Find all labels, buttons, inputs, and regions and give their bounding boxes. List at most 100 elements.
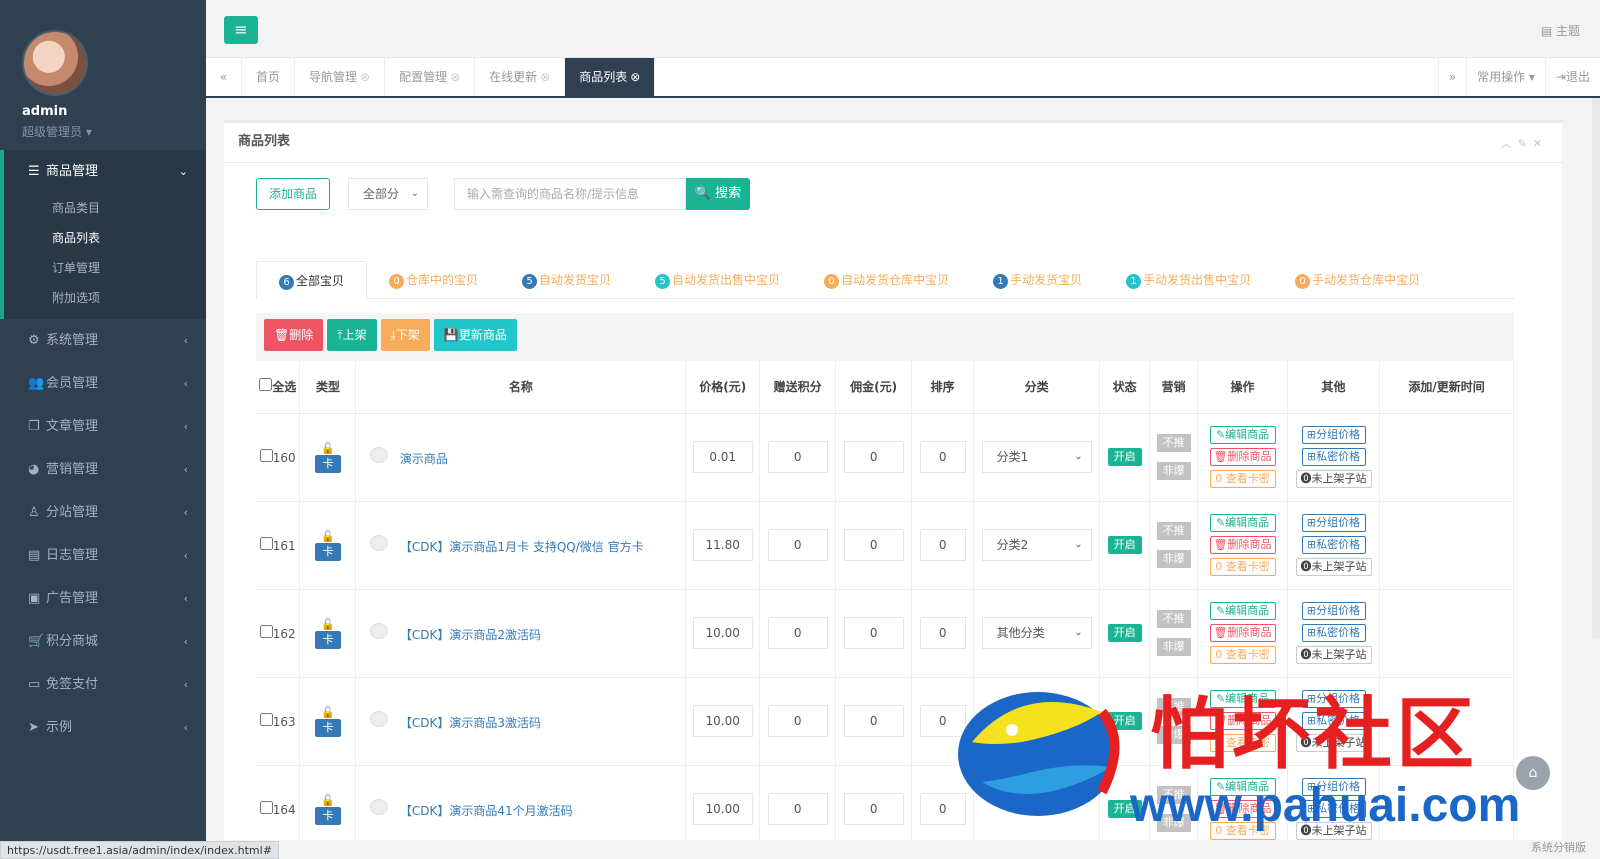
logout-button[interactable]: ⇥退出	[1544, 58, 1600, 96]
wrench-icon[interactable]: ✎	[1518, 137, 1533, 150]
bulk-unlist-button[interactable]: ⤓下架	[380, 319, 430, 351]
goods-name-link[interactable]: 【CDK】演示商品2激活码	[400, 628, 541, 642]
points-input[interactable]: 0	[767, 793, 828, 825]
filter-manual[interactable]: 1 手动发货宝贝	[971, 261, 1104, 299]
collapse-icon[interactable]: ︿	[1501, 137, 1518, 150]
sidebar-item-articles[interactable]: ❐ 文章管理 ‹	[0, 405, 206, 448]
delete-goods-button[interactable]: 🗑删除商品	[1209, 448, 1276, 466]
select-all-checkbox[interactable]	[259, 378, 273, 392]
commission-input[interactable]: 0	[843, 705, 904, 737]
recommend-toggle[interactable]: 不推	[1156, 434, 1191, 452]
edit-goods-button[interactable]: ✎编辑商品	[1209, 426, 1276, 444]
common-ops-dropdown[interactable]: 常用操作 ▾	[1466, 58, 1545, 96]
row-checkbox[interactable]	[259, 801, 273, 814]
page-scrollbar[interactable]	[1592, 98, 1600, 638]
sidebar-item-payment[interactable]: ▭ 免签支付 ‹	[0, 663, 206, 706]
group-price-button[interactable]: ⊞分组价格	[1301, 602, 1366, 620]
recommend-toggle[interactable]: 不推	[1156, 522, 1191, 540]
bulk-delete-button[interactable]: 🗑删除	[264, 319, 324, 351]
commission-input[interactable]: 0	[843, 441, 904, 473]
tab-online-update[interactable]: 在线更新 ⊗	[475, 58, 566, 96]
select-all-header[interactable]: 全选	[256, 361, 301, 414]
price-input[interactable]: 10.00	[692, 705, 753, 737]
view-keys-button[interactable]: 0 查看卡密	[1209, 470, 1276, 488]
avatar[interactable]	[22, 30, 88, 96]
tab-nav-management[interactable]: 导航管理 ⊗	[295, 58, 386, 96]
hot-toggle[interactable]: 非爆	[1156, 638, 1191, 656]
close-icon[interactable]: ⊗	[540, 70, 550, 84]
theme-button[interactable]: ▤ 主题	[1541, 22, 1580, 39]
sidebar-item-logs[interactable]: ▤ 日志管理 ‹	[0, 534, 206, 577]
points-input[interactable]: 0	[767, 441, 828, 473]
private-price-button[interactable]: ⊞私密价格	[1301, 624, 1366, 642]
search-button[interactable]: 🔍 搜索	[686, 178, 751, 210]
tab-home[interactable]: 首页	[242, 58, 296, 96]
recommend-toggle[interactable]: 不推	[1156, 610, 1191, 628]
view-keys-button[interactable]: 0 查看卡密	[1209, 646, 1276, 664]
sidebar-item-substations[interactable]: ♙ 分站管理 ‹	[0, 491, 206, 534]
hot-toggle[interactable]: 非爆	[1156, 462, 1191, 480]
commission-input[interactable]: 0	[843, 529, 904, 561]
points-input[interactable]: 0	[767, 705, 828, 737]
substation-status-button[interactable]: ⓿未上架子站	[1295, 470, 1372, 488]
filter-auto[interactable]: 5 自动发货宝贝	[500, 261, 633, 299]
type-toggle[interactable]: 🔓 卡	[314, 618, 341, 649]
filter-manual-selling[interactable]: 1 手动发货出售中宝贝	[1104, 261, 1273, 299]
private-price-button[interactable]: ⊞私密价格	[1301, 448, 1366, 466]
view-keys-button[interactable]: 0 查看卡密	[1209, 558, 1276, 576]
sidebar-item-system[interactable]: ⚙ 系统管理 ‹	[0, 319, 206, 362]
goods-name-link[interactable]: 【CDK】演示商品3激活码	[400, 716, 541, 730]
submenu-item-orders[interactable]: 订单管理	[4, 253, 206, 283]
delete-goods-button[interactable]: 🗑删除商品	[1209, 624, 1276, 642]
sidebar-item-examples[interactable]: ➤ 示例 ‹	[0, 706, 206, 749]
row-checkbox[interactable]	[259, 713, 273, 726]
points-input[interactable]: 0	[767, 529, 828, 561]
type-toggle[interactable]: 🔓 卡	[314, 442, 341, 473]
sidebar-item-ads[interactable]: ▣ 广告管理 ‹	[0, 577, 206, 620]
sort-input[interactable]: 0	[919, 529, 966, 561]
group-price-button[interactable]: ⊞分组价格	[1301, 514, 1366, 532]
type-toggle[interactable]: 🔓 卡	[314, 794, 341, 825]
group-price-button[interactable]: ⊞分组价格	[1301, 426, 1366, 444]
sort-input[interactable]: 0	[919, 617, 966, 649]
tabs-scroll-right-button[interactable]: »	[1437, 58, 1466, 96]
sort-input[interactable]: 0	[919, 441, 966, 473]
close-icon[interactable]: ✕	[1533, 137, 1548, 150]
toggle-menu-button[interactable]: ≡	[224, 16, 258, 44]
filter-manual-warehouse[interactable]: 0 手动发货仓库中宝贝	[1273, 261, 1442, 299]
home-icon[interactable]: ⌂	[1516, 756, 1550, 790]
category-select[interactable]: 其他分类 ⌄	[981, 617, 1092, 649]
submenu-item-extra-options[interactable]: 附加选项	[4, 283, 206, 313]
sidebar-item-members[interactable]: 👥 会员管理 ‹	[0, 362, 206, 405]
sidebar-item-marketing[interactable]: ◕ 营销管理 ‹	[0, 448, 206, 491]
row-checkbox[interactable]	[259, 537, 273, 550]
close-icon[interactable]: ⊗	[450, 70, 460, 84]
close-icon[interactable]: ⊗	[630, 70, 640, 84]
private-price-button[interactable]: ⊞私密价格	[1301, 536, 1366, 554]
type-toggle[interactable]: 🔓 卡	[314, 530, 341, 561]
price-input[interactable]: 10.00	[692, 617, 753, 649]
delete-goods-button[interactable]: 🗑删除商品	[1209, 536, 1276, 554]
bulk-update-button[interactable]: 💾更新商品	[433, 319, 517, 351]
points-input[interactable]: 0	[767, 617, 828, 649]
goods-name-link[interactable]: 演示商品	[400, 452, 448, 466]
edit-goods-button[interactable]: ✎编辑商品	[1209, 514, 1276, 532]
tab-goods-list[interactable]: 商品列表 ⊗	[565, 58, 656, 96]
submenu-item-category[interactable]: 商品类目	[4, 193, 206, 223]
hot-toggle[interactable]: 非爆	[1156, 550, 1191, 568]
tabs-scroll-left-button[interactable]: «	[206, 58, 242, 96]
price-input[interactable]: 11.80	[692, 529, 753, 561]
status-toggle[interactable]: 开启	[1107, 448, 1142, 466]
filter-select[interactable]: 全部分 ⌄	[348, 178, 429, 210]
goods-name-link[interactable]: 【CDK】演示商品41个月激活码	[400, 804, 573, 818]
row-checkbox[interactable]	[259, 449, 273, 462]
submenu-item-goods-list[interactable]: 商品列表	[4, 223, 206, 253]
price-input[interactable]: 0.01	[692, 441, 753, 473]
commission-input[interactable]: 0	[843, 617, 904, 649]
close-icon[interactable]: ⊗	[360, 70, 370, 84]
substation-status-button[interactable]: ⓿未上架子站	[1295, 646, 1372, 664]
commission-input[interactable]: 0	[843, 793, 904, 825]
edit-goods-button[interactable]: ✎编辑商品	[1209, 602, 1276, 620]
filter-warehouse[interactable]: 0 仓库中的宝贝	[367, 261, 500, 299]
category-select[interactable]: 分类1 ⌄	[981, 441, 1092, 473]
